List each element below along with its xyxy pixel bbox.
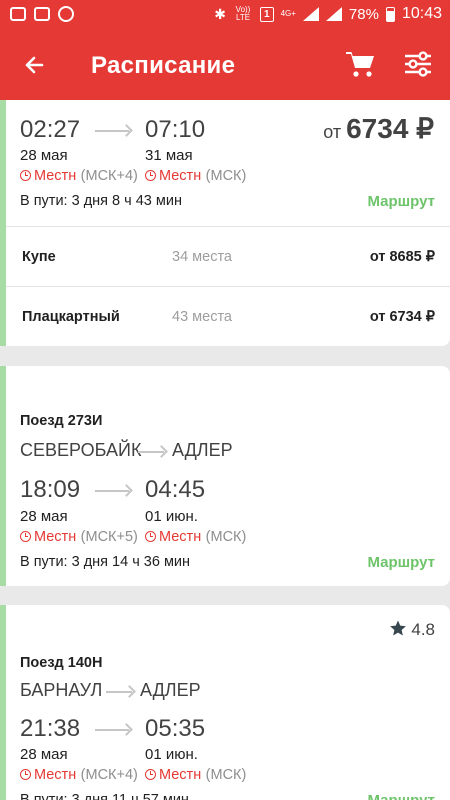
- local-label: Местн: [34, 529, 77, 545]
- price-prefix: от: [323, 122, 342, 142]
- zone-label: (МСК): [205, 767, 247, 783]
- bluetooth-icon: ✱: [214, 5, 227, 22]
- arrival-date: 01 июн.: [145, 508, 198, 525]
- battery-icon: [385, 6, 395, 22]
- rating-value: 4.8: [411, 620, 435, 639]
- class-price: от 8685 ₽: [369, 249, 435, 265]
- local-label: Местн: [159, 767, 202, 783]
- rating: 4.8: [389, 619, 435, 640]
- arrow-right-icon: [95, 130, 129, 132]
- battery-percent: 78%: [348, 5, 379, 23]
- class-name: Купе: [22, 249, 56, 265]
- train-number: Поезд 273И: [20, 413, 103, 429]
- clock-time: 10:43: [401, 5, 442, 22]
- seats-count: 34 места: [172, 249, 232, 265]
- arrow-right-icon: [95, 729, 129, 731]
- cart-button[interactable]: [343, 47, 379, 83]
- local-label: Местн: [159, 529, 202, 545]
- clock-icon: [20, 531, 31, 542]
- class-row-kupe[interactable]: Купе 34 места от 8685 ₽: [0, 227, 450, 286]
- cart-icon: [346, 52, 374, 77]
- arrival-time: 05:35: [145, 715, 206, 742]
- sliders-icon: [405, 51, 431, 77]
- from-station: СЕВЕРОБАЙК: [20, 440, 142, 460]
- chat-icon: [34, 7, 50, 21]
- arrival-timezone: Местн (МСК): [145, 766, 246, 784]
- volte-indicator: Vo)) LTE: [235, 5, 251, 22]
- zone-label: (МСК): [205, 168, 247, 184]
- signal-icon-2: [325, 7, 342, 21]
- local-label: Местн: [159, 168, 202, 184]
- departure-date: 28 мая: [20, 746, 68, 763]
- arrival-date: 01 июн.: [145, 746, 198, 763]
- app-bar: Расписание: [0, 30, 450, 100]
- departure-time: 18:09: [20, 476, 81, 503]
- status-bar: ✱ Vo)) LTE 1 4G+ 78% 10:43: [0, 0, 450, 30]
- departure-timezone: Местн (МСК+4): [20, 167, 138, 185]
- network-type: 4G+: [280, 9, 296, 18]
- arrival-timezone: Местн (МСК): [145, 167, 246, 185]
- page-title: Расписание: [91, 52, 236, 79]
- arrow-right-icon: [106, 691, 132, 693]
- arrival-timezone: Местн (МСК): [145, 528, 246, 546]
- arrival-time: 04:45: [145, 476, 206, 503]
- sim-badge: 1: [260, 6, 274, 22]
- departure-time: 21:38: [20, 715, 81, 742]
- travel-time: В пути: 3 дня 11 ч 57 мин: [20, 792, 189, 800]
- signal-icon: [302, 7, 319, 21]
- zone-label: (МСК): [205, 529, 247, 545]
- from-station: БАРНАУЛ: [20, 680, 103, 700]
- class-row-platskart[interactable]: Плацкартный 43 места от 6734 ₽: [0, 287, 450, 346]
- zone-label: (МСК+5): [80, 529, 138, 545]
- star-icon: [389, 620, 406, 636]
- zone-label: (МСК+4): [80, 767, 138, 783]
- train-card[interactable]: 4.8 Поезд 140Н БАРНАУЛ АДЛЕР 21:38 05:35…: [0, 605, 450, 800]
- arrow-right-icon: [95, 490, 129, 492]
- departure-date: 28 мая: [20, 508, 68, 525]
- travel-time: В пути: 3 дня 8 ч 43 мин: [20, 193, 182, 209]
- price-value: 6734 ₽: [346, 113, 434, 144]
- clock-icon: [20, 170, 31, 181]
- clock-icon: [145, 170, 156, 181]
- route-link[interactable]: Маршрут: [367, 792, 435, 800]
- arrival-time: 07:10: [145, 116, 206, 143]
- class-name: Плацкартный: [22, 309, 120, 325]
- message-icon: [10, 7, 26, 21]
- to-station: АДЛЕР: [140, 680, 201, 700]
- departure-time: 02:27: [20, 116, 81, 143]
- route-link[interactable]: Маршрут: [367, 193, 435, 210]
- clock-icon: [145, 531, 156, 542]
- min-price: от 6734 ₽: [323, 112, 434, 145]
- filter-button[interactable]: [401, 47, 437, 83]
- clock-icon: [20, 769, 31, 780]
- departure-timezone: Местн (МСК+4): [20, 766, 138, 784]
- departure-date: 28 мая: [20, 147, 68, 164]
- local-label: Местн: [34, 168, 77, 184]
- clock-icon: [145, 769, 156, 780]
- arrow-right-icon: [138, 451, 164, 453]
- seats-count: 43 места: [172, 309, 232, 325]
- back-button[interactable]: [16, 47, 52, 83]
- train-card[interactable]: 02:27 07:10 от 6734 ₽ 28 мая 31 мая Мест…: [0, 100, 450, 346]
- departure-timezone: Местн (МСК+5): [20, 528, 138, 546]
- class-price: от 6734 ₽: [369, 309, 435, 325]
- route-link[interactable]: Маршрут: [367, 554, 435, 571]
- zone-label: (МСК+4): [80, 168, 138, 184]
- arrow-left-icon: [25, 56, 44, 74]
- local-label: Местн: [34, 767, 77, 783]
- app-notification-icon: [58, 6, 74, 22]
- arrival-date: 31 мая: [145, 147, 193, 164]
- travel-time: В пути: 3 дня 14 ч 36 мин: [20, 554, 191, 570]
- train-number: Поезд 140Н: [20, 655, 103, 671]
- train-card[interactable]: Поезд 273И СЕВЕРОБАЙК АДЛЕР 18:09 04:45 …: [0, 366, 450, 586]
- to-station: АДЛЕР: [172, 440, 233, 460]
